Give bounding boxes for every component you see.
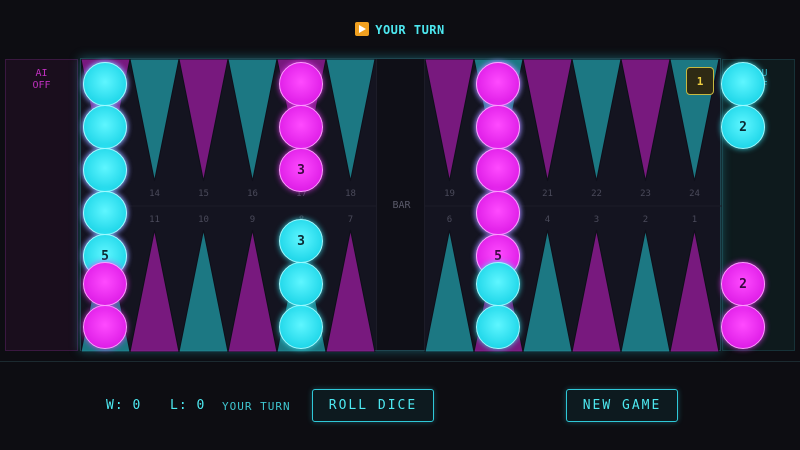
point-number-label: 16 (247, 189, 258, 199)
point-number-label: 9 (249, 215, 256, 225)
cyan-checker[interactable] (83, 62, 127, 106)
cyan-checker[interactable] (476, 262, 520, 306)
footer-divider (0, 361, 800, 362)
point-number-label: 4 (544, 215, 551, 225)
magenta-checker[interactable] (279, 105, 323, 149)
board-point-top[interactable] (129, 59, 180, 182)
cyan-checker[interactable] (83, 105, 127, 149)
turn-banner-text: YOUR TURN (375, 23, 445, 37)
magenta-checker[interactable] (83, 262, 127, 306)
point-number-label: 19 (444, 189, 455, 199)
board-point-top[interactable] (178, 59, 229, 182)
magenta-checker[interactable]: 3 (279, 148, 323, 192)
cyan-checker[interactable] (721, 62, 765, 106)
turn-banner: YOUR TURN (0, 22, 800, 37)
magenta-checker[interactable] (279, 62, 323, 106)
cyan-checker[interactable]: 3 (279, 219, 323, 263)
board-point-top[interactable] (227, 59, 278, 182)
board-point-bottom[interactable] (325, 229, 376, 352)
doubling-cube[interactable]: 1 (686, 67, 714, 95)
wins-count: W: 0 (106, 398, 142, 413)
cyan-checker[interactable] (83, 191, 127, 235)
bar-label: BAR (392, 200, 411, 211)
cyan-checker[interactable] (83, 148, 127, 192)
new-game-button[interactable]: NEW GAME (566, 389, 678, 422)
play-icon (355, 22, 370, 36)
cyan-checker[interactable] (279, 262, 323, 306)
magenta-checker[interactable] (476, 148, 520, 192)
magenta-checker[interactable] (476, 105, 520, 149)
point-number-label: 1 (691, 215, 698, 225)
magenta-checker[interactable] (83, 305, 127, 349)
point-number-label: 24 (689, 189, 700, 199)
board-point-top[interactable] (620, 59, 671, 182)
point-number-label: 7 (347, 215, 354, 225)
board-bar[interactable]: BAR (376, 59, 425, 350)
point-number-label: 3 (593, 215, 600, 225)
point-number-label: 22 (591, 189, 602, 199)
turn-status: YOUR TURN (222, 400, 291, 413)
board-point-bottom[interactable] (620, 229, 671, 352)
board-point-bottom[interactable] (424, 229, 475, 352)
point-number-label: 18 (345, 189, 356, 199)
board-point-bottom[interactable] (571, 229, 622, 352)
cyan-checker[interactable] (279, 305, 323, 349)
point-number-label: 6 (446, 215, 453, 225)
point-number-label: 15 (198, 189, 209, 199)
magenta-checker[interactable] (476, 62, 520, 106)
ai-off-tray[interactable]: AI OFF (5, 59, 78, 351)
board-point-bottom[interactable] (522, 229, 573, 352)
board-point-top[interactable] (522, 59, 573, 182)
magenta-checker[interactable] (721, 305, 765, 349)
magenta-checker[interactable] (476, 191, 520, 235)
board-point-bottom[interactable] (178, 229, 229, 352)
magenta-checker[interactable]: 2 (721, 262, 765, 306)
cyan-checker[interactable] (476, 305, 520, 349)
point-number-label: 11 (149, 215, 160, 225)
board-point-top[interactable] (571, 59, 622, 182)
board-point-bottom[interactable] (227, 229, 278, 352)
losses-count: L: 0 (170, 398, 206, 413)
backgammon-board[interactable]: BAR 131415161718192021222324121110987654… (80, 58, 765, 352)
board-point-top[interactable] (325, 59, 376, 182)
point-number-label: 14 (149, 189, 160, 199)
board-point-bottom[interactable] (669, 229, 720, 352)
ai-off-label: AI (35, 68, 48, 79)
point-number-label: 2 (642, 215, 649, 225)
cyan-checker[interactable]: 2 (721, 105, 765, 149)
board-point-top[interactable] (424, 59, 475, 182)
ai-off-sublabel: OFF (32, 80, 51, 91)
roll-dice-button[interactable]: ROLL DICE (312, 389, 434, 422)
point-number-label: 23 (640, 189, 651, 199)
board-point-bottom[interactable] (129, 229, 180, 352)
point-number-label: 21 (542, 189, 553, 199)
point-number-label: 10 (198, 215, 209, 225)
